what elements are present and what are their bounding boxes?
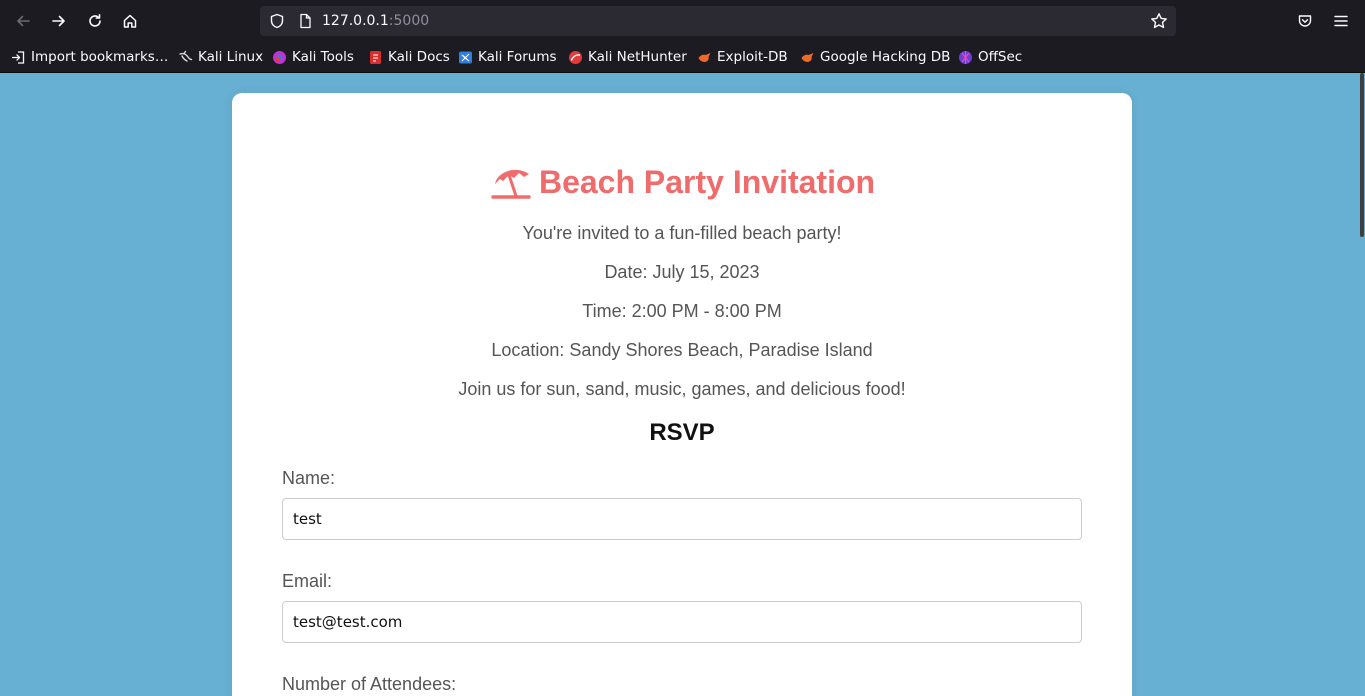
kali-nethunter-icon (569, 50, 582, 64)
arrow-left-icon (17, 15, 30, 27)
bookmark-google-hacking-db[interactable]: Google Hacking DB (800, 48, 950, 66)
event-date: Date: July 15, 2023 (604, 262, 760, 282)
import-icon (11, 50, 25, 64)
forward-button[interactable] (45, 7, 73, 35)
pocket-icon (1298, 15, 1312, 27)
navigation-toolbar: 127.0.0.1:5000 (0, 0, 1365, 42)
email-label: Email: (282, 571, 333, 591)
beach-umbrella-icon (491, 169, 531, 199)
invitation-intro: You're invited to a fun-filled beach par… (522, 223, 842, 243)
email-input[interactable] (282, 601, 1082, 643)
attendees-label: Number of Attendees: (282, 674, 457, 694)
shield-icon[interactable] (269, 13, 285, 29)
google-hacking-db-icon (801, 52, 814, 62)
back-button[interactable] (9, 7, 37, 35)
kali-forums-icon (459, 51, 472, 63)
bookmark-import[interactable]: Import bookmarks… (11, 48, 168, 66)
page-title: Beach Party Invitation (232, 160, 1132, 204)
browser-chrome: 127.0.0.1:5000 Import bookmarks… Kali Li… (0, 0, 1365, 73)
bookmark-offsec[interactable]: OffSec (958, 48, 1022, 66)
bookmark-kali-docs[interactable]: Kali Docs (368, 48, 450, 66)
url-host: 127.0.0.1 (322, 13, 389, 29)
chrome-divider (0, 72, 1365, 73)
name-label: Name: (282, 468, 336, 488)
home-button[interactable] (116, 7, 144, 35)
address-bar[interactable]: 127.0.0.1:5000 (260, 6, 1176, 36)
bookmark-label: Kali NetHunter (588, 49, 687, 65)
url-text[interactable]: 127.0.0.1:5000 (322, 13, 429, 29)
reload-icon (89, 14, 101, 27)
bookmark-kali-linux[interactable]: Kali Linux (178, 48, 263, 66)
bookmark-label: Import bookmarks… (31, 49, 169, 65)
page-icon (300, 13, 311, 29)
bookmark-kali-tools[interactable]: Kali Tools (272, 48, 354, 66)
menu-button[interactable] (1330, 10, 1352, 32)
bookmark-label: Google Hacking DB (820, 49, 951, 65)
page-scrollbar[interactable] (1359, 73, 1365, 696)
bookmark-label: Kali Docs (388, 49, 450, 65)
event-time: Time: 2:00 PM - 8:00 PM (582, 301, 782, 321)
bookmark-label: Kali Forums (478, 49, 557, 65)
pocket-button[interactable] (1294, 10, 1316, 32)
kali-dragon-icon (179, 50, 193, 62)
scrollbar-thumb[interactable] (1360, 73, 1364, 237)
arrow-right-icon (52, 15, 65, 27)
event-description: Join us for sun, sand, music, games, and… (458, 379, 906, 399)
bookmark-kali-forums[interactable]: Kali Forums (458, 48, 557, 66)
bookmark-label: Kali Tools (292, 49, 354, 65)
bookmark-label: Kali Linux (198, 49, 264, 65)
hamburger-menu-icon (1334, 15, 1348, 27)
url-port: :5000 (388, 13, 430, 29)
kali-tools-icon (273, 50, 286, 64)
bookmarks-toolbar: Import bookmarks… Kali Linux Kali Tools … (0, 42, 1365, 72)
bookmark-exploit-db[interactable]: Exploit-DB (697, 48, 788, 66)
reload-button[interactable] (81, 7, 109, 35)
bookmark-kali-nethunter[interactable]: Kali NetHunter (568, 48, 687, 66)
event-location: Location: Sandy Shores Beach, Paradise I… (491, 340, 873, 360)
invitation-title: Beach Party Invitation (538, 163, 876, 200)
offsec-icon (959, 50, 972, 64)
home-icon (123, 14, 137, 28)
exploit-db-icon (698, 52, 711, 62)
bookmark-label: Exploit-DB (717, 49, 788, 65)
name-input[interactable] (282, 498, 1082, 540)
bookmark-label: OffSec (978, 49, 1023, 65)
bookmark-star-icon[interactable] (1150, 12, 1168, 30)
kali-docs-icon (370, 50, 381, 64)
rsvp-heading: RSVP (649, 419, 715, 446)
